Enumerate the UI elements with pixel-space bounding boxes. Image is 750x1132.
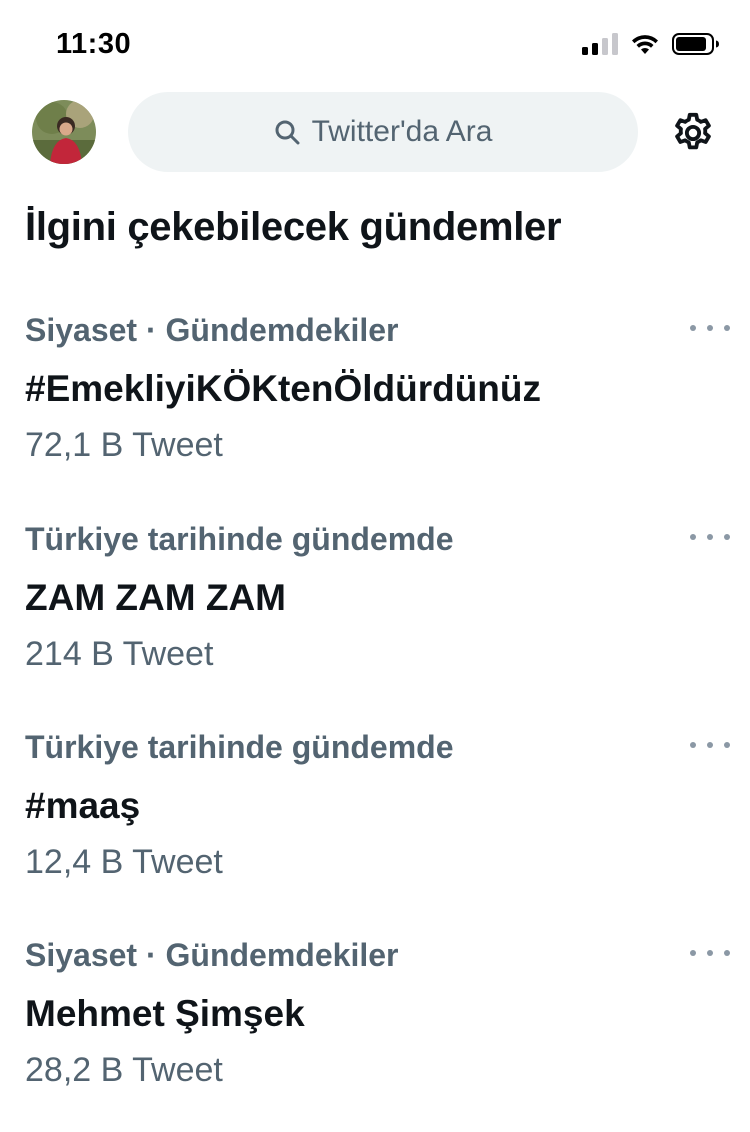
trend-name: ZAM ZAM ZAM bbox=[25, 577, 286, 618]
wifi-icon bbox=[632, 35, 658, 54]
more-options-icon[interactable] bbox=[690, 527, 730, 547]
trend-item[interactable]: Siyaset · Gündemdekiler Mehmet Şimşek 28… bbox=[0, 937, 750, 1117]
status-time: 11:30 bbox=[56, 28, 132, 60]
search-icon bbox=[275, 120, 300, 145]
settings-icon[interactable] bbox=[670, 110, 716, 156]
more-options-icon[interactable] bbox=[690, 735, 730, 755]
search-input[interactable]: Twitter'da Ara bbox=[128, 92, 638, 172]
avatar[interactable] bbox=[32, 100, 96, 164]
trend-count: 72,1 B Tweet bbox=[25, 426, 223, 464]
page-title: İlgini çekebilecek gündemler bbox=[25, 205, 562, 249]
more-options-icon[interactable] bbox=[690, 318, 730, 338]
trend-count: 28,2 B Tweet bbox=[25, 1051, 223, 1089]
trend-name: Mehmet Şimşek bbox=[25, 993, 305, 1034]
status-bar: 11:30 bbox=[0, 0, 750, 88]
trend-name: #maaş bbox=[25, 785, 141, 826]
trend-meta: Türkiye tarihinde gündemde bbox=[25, 521, 454, 557]
trend-meta: Siyaset · Gündemdekiler bbox=[25, 937, 399, 973]
trend-count: 12,4 B Tweet bbox=[25, 843, 223, 881]
search-placeholder: Twitter'da Ara bbox=[311, 115, 493, 148]
trend-name: #EmekliyiKÖKtenÖldürdünüz bbox=[25, 368, 542, 409]
status-icons bbox=[582, 32, 720, 56]
battery-icon bbox=[672, 33, 719, 55]
trend-count: 214 B Tweet bbox=[25, 635, 214, 673]
trend-meta: Siyaset · Gündemdekiler bbox=[25, 312, 399, 348]
trend-item[interactable]: Türkiye tarihinde gündemde #maaş 12,4 B … bbox=[0, 729, 750, 909]
trend-meta: Türkiye tarihinde gündemde bbox=[25, 729, 454, 765]
signal-icon bbox=[582, 33, 618, 55]
top-header: Twitter'da Ara bbox=[0, 92, 750, 174]
trend-item[interactable]: Siyaset · Gündemdekiler #EmekliyiKÖKtenÖ… bbox=[0, 312, 750, 492]
more-options-icon[interactable] bbox=[690, 943, 730, 963]
trend-item[interactable]: Türkiye tarihinde gündemde ZAM ZAM ZAM 2… bbox=[0, 521, 750, 701]
